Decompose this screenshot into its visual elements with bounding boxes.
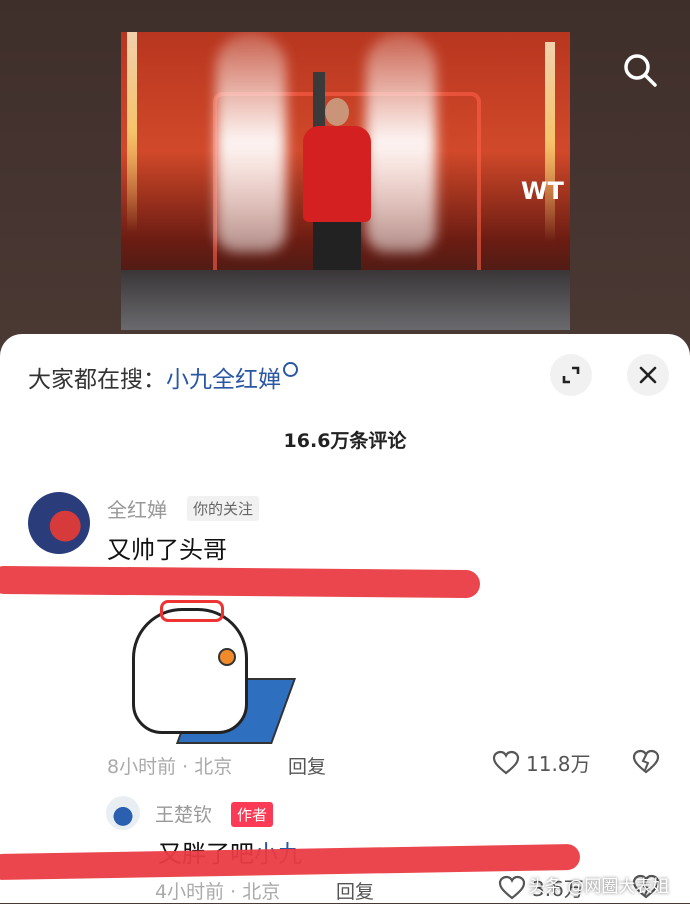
stage-floor xyxy=(121,270,570,330)
comment-count: 16.6万条评论 xyxy=(283,430,407,452)
comment-time-location: 4小时前 · 北京 xyxy=(155,881,281,903)
search-icon xyxy=(283,362,298,377)
like-count: 11.8万 xyxy=(526,752,591,776)
author-badge: 作者 xyxy=(231,802,274,827)
highlight-mark xyxy=(0,565,481,599)
watermark: 头条 @网圈大表姐 xyxy=(528,877,670,897)
trophy xyxy=(313,72,325,132)
comment-panel: 大家都在搜：小九全红婵 16.6万条评论 全红婵 你的关注 又帅了头哥 8小时前… xyxy=(0,334,690,903)
comment-sticker-image[interactable] xyxy=(122,598,297,744)
reply-button[interactable]: 回复 xyxy=(336,877,374,904)
dislike-button[interactable] xyxy=(632,749,660,778)
comment-text: 又帅了头哥 xyxy=(107,536,227,564)
avatar[interactable] xyxy=(28,492,90,554)
firework-sparkle xyxy=(545,42,555,242)
close-icon[interactable] xyxy=(627,354,669,396)
smoke-column-left xyxy=(216,32,286,252)
avatar[interactable] xyxy=(106,796,140,830)
highlight-mark xyxy=(0,843,581,881)
expand-icon[interactable] xyxy=(550,354,592,396)
like-button[interactable]: 11.8万 xyxy=(492,748,591,777)
search-icon[interactable] xyxy=(620,50,660,90)
wtt-logo-text: WT xyxy=(521,177,564,205)
trending-search-keyword[interactable]: 小九全红婵 xyxy=(166,367,281,393)
heart-icon xyxy=(498,875,526,899)
following-badge: 你的关注 xyxy=(187,496,260,521)
comment-time-location: 8小时前 · 北京 xyxy=(107,756,233,778)
heart-icon xyxy=(492,750,520,774)
video-area: WT xyxy=(0,0,690,340)
trending-search-prefix: 大家都在搜： xyxy=(28,367,166,393)
trending-search[interactable]: 大家都在搜：小九全红婵 xyxy=(28,360,298,394)
comment-username[interactable]: 全红婵 xyxy=(107,494,167,523)
video-frame[interactable]: WT xyxy=(121,32,570,330)
firework-sparkle xyxy=(127,32,137,232)
comment-username[interactable]: 王楚钦 xyxy=(155,800,212,827)
broken-heart-icon xyxy=(632,749,660,774)
reply-button[interactable]: 回复 xyxy=(288,752,326,779)
